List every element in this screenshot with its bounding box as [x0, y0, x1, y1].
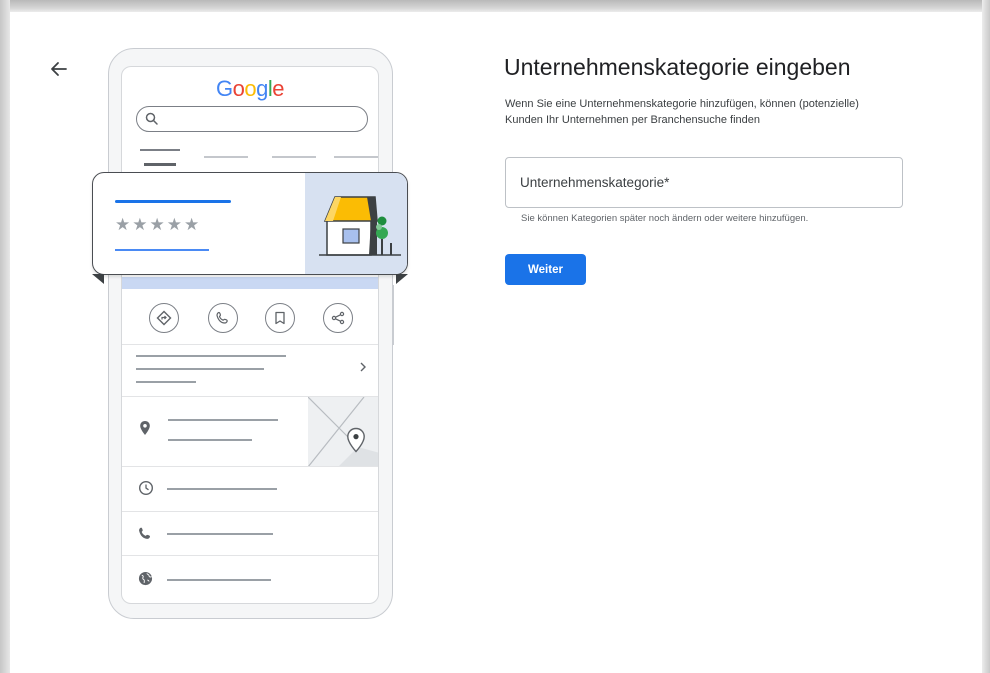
window-frame-right [982, 0, 990, 673]
mock-scrollbar [392, 285, 394, 345]
back-button[interactable] [47, 57, 71, 81]
logo-letter: o [232, 76, 245, 101]
mock-search-bar [136, 106, 368, 132]
logo-letter: o [244, 76, 257, 101]
mock-text-line [136, 355, 286, 357]
search-icon [145, 112, 158, 125]
phone-screen: Google [121, 66, 379, 604]
mock-action-call [208, 303, 238, 333]
mock-tab-line [334, 156, 378, 158]
mock-action-directions [149, 303, 179, 333]
mock-title-line [115, 200, 231, 203]
map-pin-icon [347, 427, 365, 453]
field-hint: Sie können Kategorien später noch ändern… [521, 213, 809, 224]
chevron-right-icon [360, 362, 366, 372]
phone-icon [139, 527, 150, 539]
mock-text-line [167, 488, 277, 490]
storefront-illustration [305, 173, 407, 274]
mock-text-line [167, 579, 271, 581]
mock-tab-line [204, 156, 248, 158]
page-title: Unternehmenskategorie eingeben [504, 54, 851, 80]
mock-tab-line [140, 149, 180, 151]
card-fold-left [92, 274, 104, 284]
mock-photo-strip [122, 277, 378, 289]
directions-icon [156, 310, 172, 326]
mock-text-line [167, 533, 273, 535]
mock-text-line [168, 419, 278, 421]
arrow-left-icon [51, 62, 67, 76]
location-pin-icon [140, 421, 150, 435]
phone-icon [216, 311, 228, 324]
mock-action-save [265, 303, 295, 333]
globe-icon [138, 571, 153, 586]
divider [122, 511, 378, 512]
window-frame-top [0, 0, 990, 12]
mock-tab-line [272, 156, 316, 158]
divider [122, 555, 378, 556]
bookmark-icon [275, 311, 285, 325]
business-category-field[interactable] [505, 157, 903, 208]
window-frame-left [0, 0, 10, 673]
logo-letter: G [215, 76, 233, 101]
mock-action-share [323, 303, 353, 333]
business-card-illustration: ★★★★★ [92, 172, 408, 275]
mock-text-line [168, 439, 252, 441]
clock-icon [138, 480, 154, 496]
mock-tab-active [144, 163, 176, 166]
card-fold-right [396, 274, 408, 284]
divider [122, 344, 378, 345]
business-category-input[interactable] [506, 158, 902, 207]
page-description: Wenn Sie eine Unternehmenskategorie hinz… [505, 98, 859, 126]
next-button[interactable]: Weiter [505, 254, 586, 285]
google-logo: Google [122, 76, 378, 102]
logo-letter: e [272, 76, 284, 101]
mini-map [308, 397, 378, 467]
share-icon [331, 311, 345, 325]
mock-text-line [136, 368, 264, 370]
rating-stars: ★★★★★ [115, 215, 202, 234]
logo-letter: g [256, 76, 268, 101]
mock-text-line [136, 381, 196, 383]
mock-link-line [115, 249, 209, 251]
storefront-icon [319, 196, 401, 256]
divider [122, 466, 378, 467]
